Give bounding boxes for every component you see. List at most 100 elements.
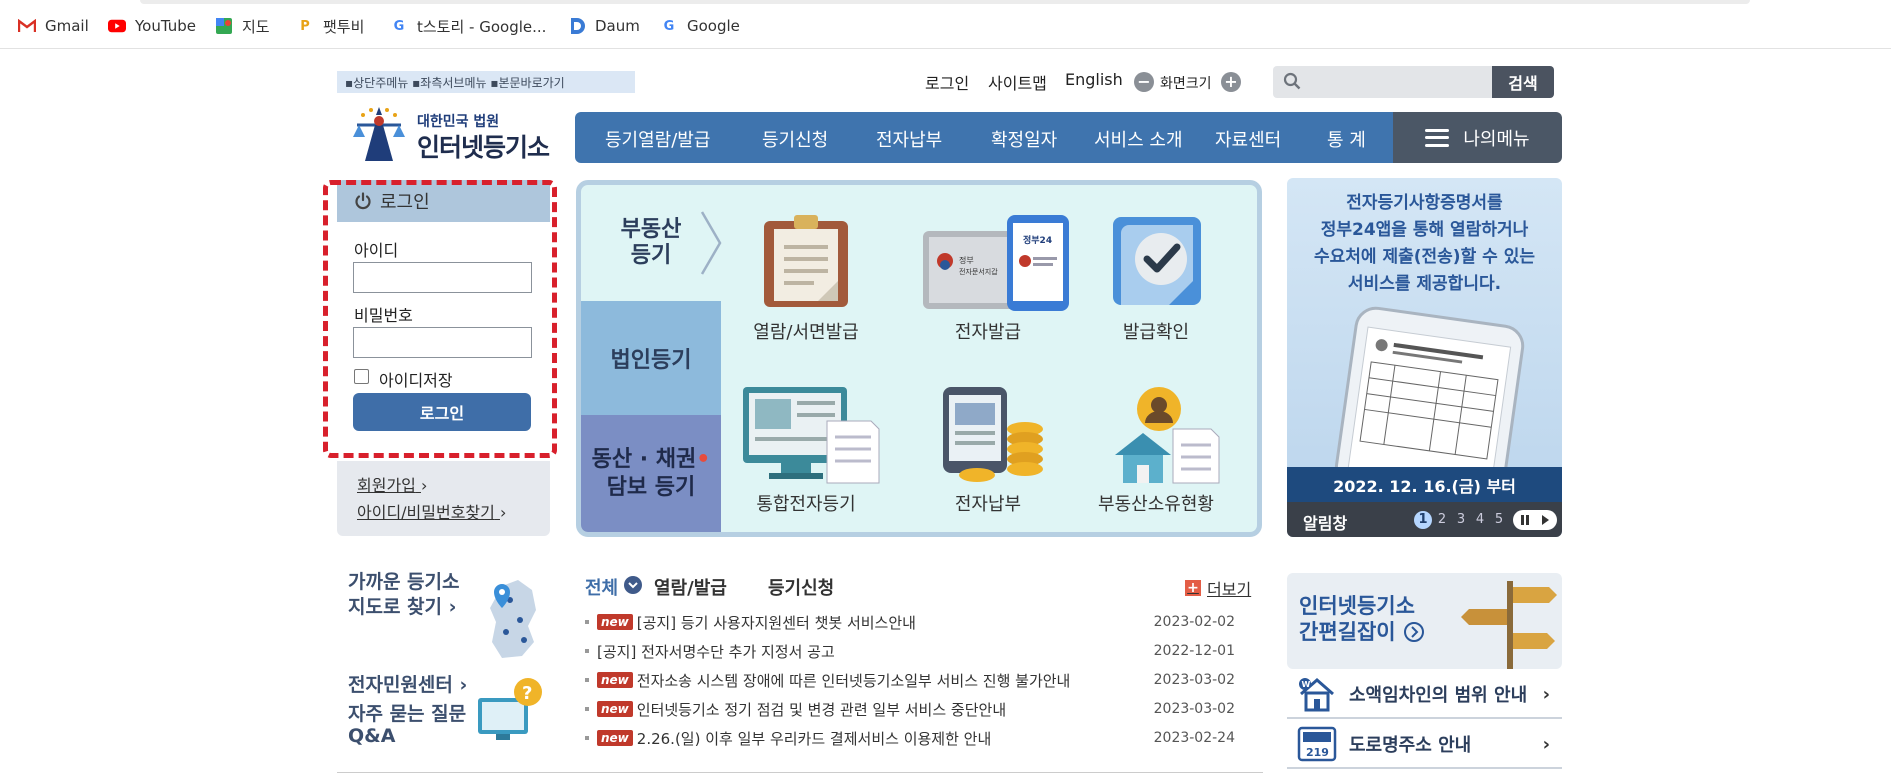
banner-page-3[interactable]: 3	[1452, 511, 1470, 529]
my-menu-button[interactable]: 나의메뉴	[1393, 112, 1562, 163]
bookmark-label: Gmail	[45, 17, 89, 35]
service-integrated-e-registry[interactable]: 통합전자등기	[721, 490, 891, 516]
banner-page-1[interactable]: 1	[1414, 511, 1432, 529]
join-link[interactable]: 회원가입 ›	[357, 472, 427, 496]
bookmark-pattubi[interactable]: P 팻투비	[296, 15, 364, 37]
bookmark-label: Google	[687, 17, 740, 35]
notice-row[interactable]: new 인터넷등기소 정기 점검 및 변경 관련 일부 서비스 중단안내 202…	[585, 698, 1235, 720]
new-badge: new	[597, 701, 633, 717]
small-tenant-guide-label: 소액임차인의 범위 안내	[1349, 685, 1528, 706]
bullet	[585, 736, 589, 740]
nav-statistics[interactable]: 통 계	[1327, 126, 1366, 152]
nav-service-intro[interactable]: 서비스 소개	[1094, 126, 1183, 152]
notice-row[interactable]: new [공지] 등기 사용자지원센터 챗봇 서비스안내 2023-02-02	[585, 611, 1235, 633]
skip-links[interactable]: ▪상단주메뉴 ▪좌측서브메뉴 ▪본문바로가기	[337, 71, 635, 93]
header-login-link[interactable]: 로그인	[925, 70, 969, 94]
road-address-guide-link[interactable]: 219 도로명주소 안내 ›	[1287, 721, 1562, 769]
clipboard-icon[interactable]	[758, 215, 854, 310]
pause-icon[interactable]	[1519, 514, 1531, 526]
service-electronic-issue[interactable]: 전자발급	[903, 318, 1073, 344]
notice-row[interactable]: new 2.26.(일) 이후 일부 우리카드 결제서비스 이용제한 안내 20…	[585, 727, 1235, 749]
maps-icon	[215, 17, 233, 35]
youtube-icon	[108, 17, 126, 35]
bookmark-maps[interactable]: 지도	[215, 15, 270, 37]
e-wallet-phone-icon[interactable]: 정부 전자문서지갑 정부24	[921, 213, 1071, 313]
tab-movable-line2: 담보 등기	[606, 474, 696, 500]
road-address-guide-label: 도로명주소 안내	[1349, 735, 1472, 756]
tab-corporate[interactable]: 법인등기	[581, 301, 721, 415]
service-property-ownership[interactable]: 부동산소유현황	[1071, 490, 1241, 516]
search-input[interactable]	[1273, 66, 1493, 98]
notice-row[interactable]: new 전자소송 시스템 장애에 따른 인터넷등기소일부 서비스 진행 불가안내…	[585, 669, 1235, 691]
find-account-link[interactable]: 아이디/비밀번호찾기 ›	[357, 499, 506, 523]
login-header: 로그인	[337, 180, 550, 222]
road-sign-icon: 219	[1297, 726, 1337, 762]
monitor-document-icon[interactable]	[741, 385, 881, 485]
banner-page-4[interactable]: 4	[1471, 511, 1489, 529]
nearby-registry-line1: 가까운 등기소	[348, 571, 460, 593]
faq-link[interactable]: 자주 묻는 질문 Q&A	[348, 703, 466, 747]
bookmark-google[interactable]: G Google	[660, 15, 740, 37]
bullet	[585, 649, 589, 653]
checkmark-verify-icon[interactable]	[1109, 213, 1205, 309]
nav-resource-center[interactable]: 자료센터	[1215, 126, 1281, 152]
tab-notice-apply[interactable]: 등기신청	[768, 574, 834, 600]
service-view-paper-issue[interactable]: 열람/서면발급	[721, 318, 891, 344]
zoom-in-button[interactable]: +	[1221, 72, 1241, 92]
id-input[interactable]	[353, 262, 532, 293]
banner-page-5[interactable]: 5	[1490, 511, 1508, 529]
banner-page-2[interactable]: 2	[1433, 511, 1451, 529]
save-id-checkbox[interactable]	[354, 369, 369, 384]
bookmark-youtube[interactable]: YouTube	[108, 15, 196, 37]
wallet-text-gov: 정부	[959, 255, 974, 265]
password-input[interactable]	[353, 327, 532, 358]
road-sign-number: 219	[1306, 746, 1329, 759]
tablet-coins-icon[interactable]	[941, 385, 1047, 485]
tab-real-estate-line2: 등기	[630, 243, 672, 268]
divider	[337, 772, 1263, 773]
notice-row[interactable]: [공지] 전자서명수단 추가 지정서 공고 2022-12-01	[585, 640, 1235, 662]
english-link[interactable]: English	[1065, 70, 1123, 89]
faq-line1: 자주 묻는 질문	[348, 703, 467, 725]
bookmark-label: 지도	[242, 17, 270, 36]
nav-fixed-date[interactable]: 확정일자	[991, 126, 1057, 152]
korea-map-pin-icon	[490, 580, 536, 658]
save-id-label[interactable]: 아이디저장	[379, 367, 453, 391]
sitemap-link[interactable]: 사이트맵	[988, 70, 1047, 94]
service-electronic-payment[interactable]: 전자납부	[903, 490, 1073, 516]
banner-text: 전자등기사항증명서를 정부24앱을 통해 열람하거나 수요처에 제출(전송)할 …	[1287, 190, 1562, 298]
e-civil-center-link[interactable]: 전자민원센터 ›	[348, 670, 467, 697]
bookmark-tistory[interactable]: G t스토리 - Google...	[390, 15, 547, 37]
notice-title: [공지] 전자서명수단 추가 지정서 공고	[597, 642, 835, 661]
notice-date: 2022-12-01	[1153, 643, 1235, 659]
login-button[interactable]: 로그인	[353, 393, 531, 431]
login-form: 아이디 비밀번호 아이디저장 로그인	[337, 222, 550, 461]
zoom-out-button[interactable]: −	[1134, 72, 1154, 92]
svg-text:W: W	[1302, 680, 1311, 689]
promo-banner[interactable]: 전자등기사항증명서를 정부24앱을 통해 열람하거나 수요처에 제출(전송)할 …	[1287, 178, 1562, 537]
tab-notice-view-issue[interactable]: 열람/발급	[654, 574, 727, 600]
more-link[interactable]: + 더보기	[1185, 576, 1251, 600]
service-issue-verify[interactable]: 발급확인	[1071, 318, 1241, 344]
house-owner-icon[interactable]	[1113, 385, 1223, 485]
tab-notice-all[interactable]: 전체	[585, 574, 618, 600]
nav-registry-view-issue[interactable]: 등기열람/발급	[605, 126, 710, 152]
bookmark-gmail[interactable]: Gmail	[18, 15, 89, 37]
house-won-icon: W	[1299, 678, 1334, 712]
search-button[interactable]: 검색	[1492, 66, 1554, 98]
nav-electronic-payment[interactable]: 전자납부	[876, 126, 942, 152]
quick-guide-banner[interactable]: 인터넷등기소 간편길잡이	[1287, 573, 1562, 669]
new-badge: new	[597, 730, 633, 746]
nearby-registry-link[interactable]: 가까운 등기소 지도로 찾기 ›	[348, 570, 460, 620]
tab-movable-property[interactable]: 동산 · 채권• 담보 등기	[581, 415, 721, 532]
chevron-down-icon[interactable]	[624, 576, 642, 594]
play-icon[interactable]	[1539, 514, 1551, 526]
bookmark-label: YouTube	[135, 17, 196, 35]
logo-title: 인터넷등기소	[417, 133, 550, 162]
google-icon: G	[663, 18, 675, 34]
quick-guide-text: 인터넷등기소 간편길잡이	[1299, 593, 1425, 645]
nav-registry-apply[interactable]: 등기신청	[762, 126, 828, 152]
site-logo[interactable]: 대한민국 법원 인터넷등기소	[345, 101, 550, 165]
bookmark-daum[interactable]: Daum	[568, 15, 640, 37]
small-tenant-guide-link[interactable]: W 소액임차인의 범위 안내 ›	[1287, 671, 1562, 719]
